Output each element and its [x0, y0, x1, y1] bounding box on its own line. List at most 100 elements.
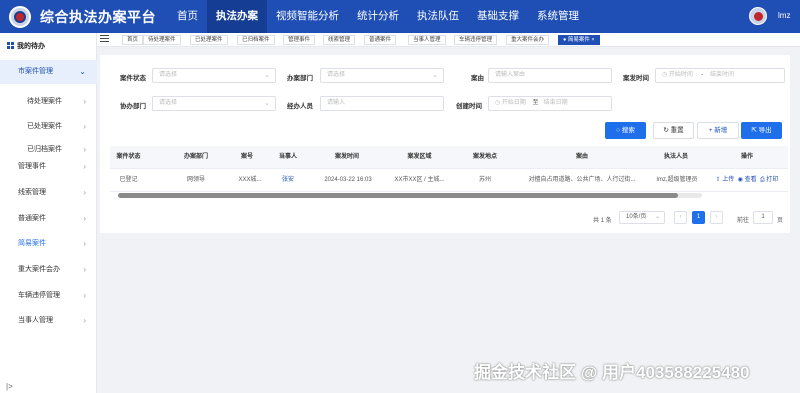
status-label: 案件状态: [120, 75, 146, 82]
tab-home[interactable]: 首页: [122, 35, 144, 45]
sidebar-group-city-case[interactable]: 市案件管理 ⌄: [0, 60, 97, 84]
assist-label: 协办部门: [120, 103, 146, 110]
dept-select[interactable]: 请选择 ⌄: [320, 68, 444, 83]
chevron-right-icon: ›: [83, 316, 86, 325]
cell-status: 已登记: [119, 177, 138, 183]
user-avatar-icon[interactable]: [749, 7, 767, 25]
button-label: 重置: [670, 127, 684, 134]
user-name[interactable]: lmz: [778, 11, 790, 20]
emblem-logo-icon: [9, 5, 31, 28]
tab-major-cases[interactable]: 重大案件会办: [506, 35, 550, 45]
scrollbar-thumb[interactable]: [118, 193, 678, 198]
page-unit: 页: [777, 218, 784, 224]
tab-processed[interactable]: 已处理案件: [190, 35, 228, 45]
next-page-button[interactable]: ›: [710, 211, 723, 224]
cell-place: 苏州: [478, 177, 491, 183]
col-cause: 案由: [575, 154, 588, 160]
col-time: 案发时间: [334, 154, 359, 160]
prev-page-button[interactable]: ‹: [674, 211, 687, 224]
page-size-value: 10条/页: [626, 214, 647, 220]
cell-area: XX市XX区 / 主城...: [394, 177, 445, 183]
cause-input[interactable]: 请输入案由: [488, 68, 612, 83]
sidebar-item-label: 简易案件: [18, 240, 46, 247]
col-dept: 办案部门: [183, 154, 208, 160]
chevron-down-icon: ⌄: [432, 72, 438, 79]
tab-pending[interactable]: 待处理案件: [143, 35, 181, 45]
view-link[interactable]: ◉ 查看: [738, 177, 757, 183]
sidebar-item-ordinary-cases[interactable]: 普通案件 ›: [0, 208, 97, 230]
chevron-down-icon: ⌄: [654, 214, 660, 220]
search-button[interactable]: ○ 搜索: [605, 122, 646, 139]
reset-button[interactable]: ↻ 重置: [653, 122, 694, 139]
time-label: 案发时间: [623, 75, 649, 82]
print-link[interactable]: ⎙ 打印: [760, 177, 778, 183]
sidebar-collapse-icon[interactable]: |>: [6, 382, 13, 391]
col-place: 案发地点: [472, 154, 497, 160]
topnav-video-analysis[interactable]: 视频智能分析: [267, 0, 348, 33]
tab-events[interactable]: 管理事件: [283, 35, 316, 45]
chevron-right-icon: ›: [83, 291, 86, 300]
sidebar-item-major-cases[interactable]: 重大案件会办 ›: [0, 259, 97, 281]
tab-ordinary-cases[interactable]: 普通案件: [364, 35, 397, 45]
tab-parties[interactable]: 当事人管理: [408, 35, 446, 45]
sidebar-item-label: 线索管理: [18, 189, 46, 196]
sidebar-item-parties[interactable]: 当事人管理 ›: [0, 310, 97, 332]
menu-toggle-icon[interactable]: [100, 35, 109, 44]
sidebar-item-clues[interactable]: 线索管理 ›: [0, 182, 97, 204]
sidebar-item-events[interactable]: 管理事件 ›: [0, 156, 97, 178]
sidebar-item-vehicle-parking[interactable]: 车辆违停管理 ›: [0, 285, 97, 307]
topnav-home[interactable]: 首页: [168, 0, 207, 33]
tab-clues[interactable]: 线索管理: [323, 35, 356, 45]
page-button-1[interactable]: 1: [692, 211, 705, 224]
placeholder: 请输入: [327, 100, 346, 106]
sidebar-item-label: 已归档案件: [27, 146, 62, 153]
cell-cause: 对擅自占用道路、公共广场、人行过街...: [528, 177, 636, 183]
status-select[interactable]: 请选择 ⌄: [152, 68, 276, 83]
export-button[interactable]: ⇱ 导出: [741, 122, 782, 139]
table-scrollbar[interactable]: [118, 193, 702, 198]
sidebar-item-label: 管理事件: [18, 163, 46, 170]
grid-icon: [7, 42, 14, 49]
created-range[interactable]: ◷ 开始日期 至 结束日期: [488, 96, 612, 111]
topnav-statistics[interactable]: 统计分析: [348, 0, 408, 33]
col-party: 当事人: [278, 154, 297, 160]
tab-archived[interactable]: 已归档案件: [237, 35, 275, 45]
upload-link[interactable]: ⇧ 上传: [716, 177, 735, 183]
topnav-case-handling[interactable]: 执法办案: [207, 0, 267, 33]
table-header: 案件状态 办案部门 案号 当事人 案发时间 案发区域 案发地点 案由 执法人员 …: [110, 146, 788, 169]
sidebar-item-processed[interactable]: 已处理案件 ›: [0, 116, 97, 138]
chevron-right-icon: ›: [83, 162, 86, 171]
sidebar-item-pending[interactable]: 待处理案件 ›: [0, 91, 97, 113]
main-panel: 案件状态 请选择 ⌄ 办案部门 请选择 ⌄ 案由 请输入案由 案发时间 ◷ 开始时间…: [100, 55, 790, 233]
topnav-infrastructure[interactable]: 基础支撑: [468, 0, 528, 33]
cell-case-no: XXX城...: [238, 177, 262, 183]
placeholder: 结束日期: [543, 100, 568, 106]
sidebar-item-simple-cases[interactable]: 简易案件 ›: [0, 233, 97, 255]
goto-page-input[interactable]: 1: [753, 211, 773, 224]
tab-simple-cases[interactable]: ● 简易案件 ×: [558, 35, 600, 45]
topnav-enforcement-team[interactable]: 执法队伍: [408, 0, 468, 33]
button-label: 导出: [758, 127, 772, 134]
refresh-icon: ↻: [663, 127, 669, 134]
placeholder: 请选择: [159, 100, 178, 106]
placeholder: 请输入案由: [495, 72, 526, 78]
assist-select[interactable]: 请选择 ⌄: [152, 96, 276, 111]
placeholder: 开始日期: [501, 100, 526, 106]
app-title: 综合执法办案平台: [40, 8, 156, 25]
goto-label: 前往: [737, 218, 750, 224]
cell-party[interactable]: 张安: [273, 169, 303, 192]
add-button[interactable]: + 新增: [697, 122, 739, 139]
time-range[interactable]: ◷ 开始时间 - 结束时间: [655, 68, 785, 83]
chevron-right-icon: ›: [83, 214, 86, 223]
created-label: 创建时间: [456, 103, 482, 110]
chevron-right-icon: ›: [83, 239, 86, 248]
tab-vehicle-parking[interactable]: 车辆违停管理: [454, 35, 498, 45]
page-size-select[interactable]: 10条/页 ⌄: [619, 211, 665, 224]
topnav-system-admin[interactable]: 系统管理: [528, 0, 588, 33]
chevron-right-icon: ›: [83, 188, 86, 197]
action-label: 上传: [722, 177, 735, 183]
staff-input[interactable]: 请输入: [320, 96, 444, 111]
sidebar-item-label: 车辆违停管理: [18, 292, 60, 299]
sidebar-item-my-todo[interactable]: 我的待办: [0, 37, 97, 57]
col-case-no: 案号: [240, 154, 253, 160]
